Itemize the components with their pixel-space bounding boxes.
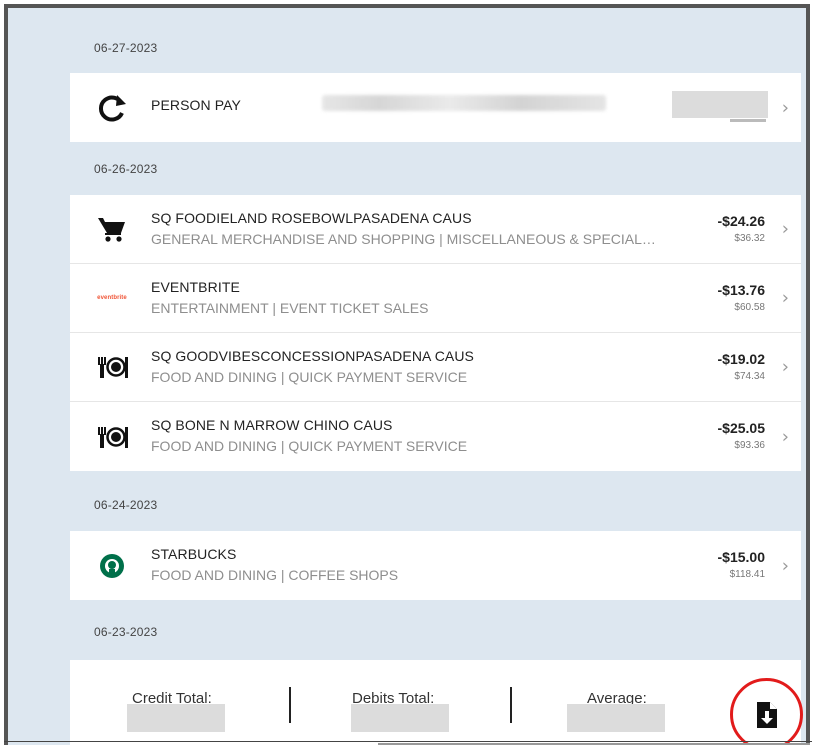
transaction-amount: -$25.05 [717,420,765,436]
bottom-border [4,741,812,742]
transaction-name: SQ GOODVIBESCONCESSIONPASADENA CAUS [151,348,474,364]
summary-bar: Credit Total: Debits Total: Average: [70,660,803,745]
divider [289,687,291,723]
chevron-right-icon: › [781,555,789,576]
transaction-name: STARBUCKS [151,546,237,562]
transaction-amount: -$13.76 [717,282,765,298]
transaction-category: FOOD AND DINING | QUICK PAYMENT SERVICE [151,369,468,385]
transaction-category: ENTERTAINMENT | EVENT TICKET SALES [151,300,429,316]
transaction-name: PERSON PAY [151,97,241,113]
transaction-row[interactable]: eventbrite EVENTBRITE ENTERTAINMENT | EV… [70,264,801,333]
transaction-amount: -$15.00 [717,549,765,565]
cart-icon [92,211,132,247]
chevron-right-icon: › [781,356,789,378]
running-balance: $60.58 [734,302,765,313]
redacted-description [322,95,606,111]
transaction-name: SQ BONE N MARROW CHINO CAUS [151,417,393,433]
credit-total-value [127,704,225,732]
redacted-amount [672,91,768,118]
chevron-right-icon: › [781,97,789,118]
eventbrite-logo: eventbrite [97,295,127,301]
debits-total-value [351,704,449,732]
average-value [567,704,665,732]
chevron-right-icon: › [781,287,789,309]
date-header: 06-24-2023 [94,498,158,512]
transaction-row[interactable]: SQ FOODIELAND ROSEBOWLPASADENA CAUS GENE… [70,195,801,264]
download-file-icon [756,701,777,728]
redacted-balance [730,119,766,122]
bottom-border [378,743,810,745]
running-balance: $36.32 [734,233,765,244]
date-header: 06-23-2023 [94,625,158,639]
running-balance: $74.34 [734,371,765,382]
transaction-row[interactable]: SQ GOODVIBESCONCESSIONPASADENA CAUS FOOD… [70,333,801,402]
dining-icon [92,349,132,385]
running-balance: $93.36 [734,440,765,451]
transaction-category: GENERAL MERCHANDISE AND SHOPPING | MISCE… [151,231,656,247]
transaction-row[interactable]: PERSON PAY › [70,73,801,142]
transaction-name: EVENTBRITE [151,279,240,295]
download-button[interactable] [730,678,803,745]
transaction-name: SQ FOODIELAND ROSEBOWLPASADENA CAUS [151,210,472,226]
transaction-row[interactable]: SQ BONE N MARROW CHINO CAUS FOOD AND DIN… [70,402,801,471]
transaction-card: PERSON PAY › [70,73,801,142]
transactions-panel: 06-27-2023 PERSON PAY › 06-26-2023 SQ FO… [4,4,810,745]
transaction-card: SQ FOODIELAND ROSEBOWLPASADENA CAUS GENE… [70,195,801,471]
refresh-icon [92,90,132,126]
chevron-right-icon: › [781,426,789,447]
chevron-right-icon: › [781,218,789,240]
date-header: 06-26-2023 [94,162,158,176]
dining-icon [92,419,132,455]
transaction-amount: -$19.02 [717,351,765,367]
transaction-card: STARBUCKS FOOD AND DINING | COFFEE SHOPS… [70,531,801,600]
transaction-amount: -$24.26 [717,213,765,229]
transaction-row[interactable]: STARBUCKS FOOD AND DINING | COFFEE SHOPS… [70,531,801,600]
divider [510,687,512,723]
transaction-category: FOOD AND DINING | COFFEE SHOPS [151,567,399,583]
transaction-category: FOOD AND DINING | QUICK PAYMENT SERVICE [151,438,468,454]
running-balance: $118.41 [729,569,765,580]
starbucks-logo [92,548,132,584]
date-header: 06-27-2023 [94,41,158,55]
